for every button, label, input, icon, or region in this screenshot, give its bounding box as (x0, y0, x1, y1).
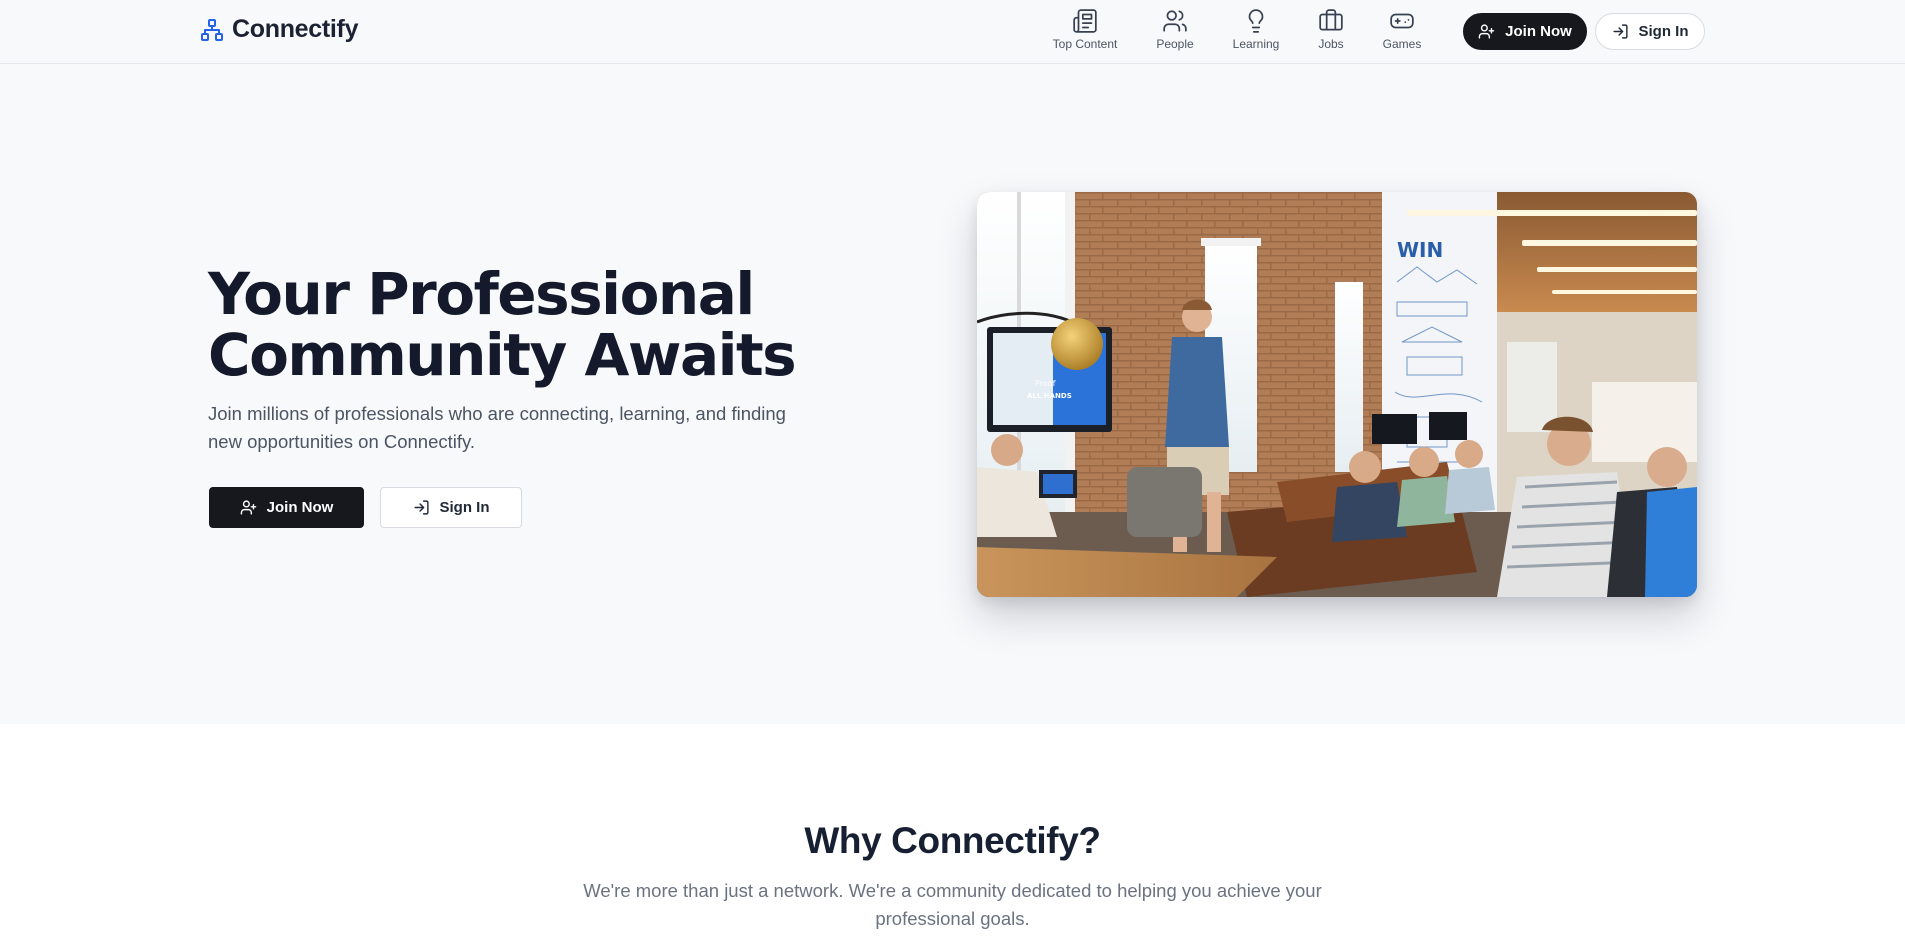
user-plus-icon (1478, 24, 1495, 39)
join-now-label: Join Now (1505, 23, 1572, 40)
join-now-button[interactable]: Join Now (1463, 13, 1587, 50)
log-in-icon (1612, 24, 1628, 39)
network-icon (201, 18, 223, 41)
hero-subtitle: Join millions of professionals who are c… (208, 403, 786, 452)
nav-item-jobs[interactable]: Jobs (1292, 8, 1370, 56)
user-plus-icon (240, 500, 256, 515)
hero-title-line-1: Your Professional (208, 260, 755, 328)
nav-label: People (1156, 37, 1194, 51)
nav-label: Games (1382, 37, 1422, 51)
nav-label: Learning (1232, 37, 1280, 51)
nav-item-games[interactable]: Games (1370, 8, 1434, 56)
lightbulb-icon (1248, 9, 1264, 33)
brand-name: Connectify (232, 15, 359, 43)
nav-item-top-content[interactable]: Top Content (1040, 8, 1130, 56)
wall-text: WIN (1397, 238, 1443, 262)
sign-in-label: Sign In (439, 499, 490, 516)
hero-join-now-button[interactable]: Join Now (209, 487, 364, 528)
main-nav: Top Content People Learning Jobs Games (1040, 8, 1434, 56)
nav-label: Top Content (1052, 37, 1118, 51)
hero-title: Your Professional Community Awaits (208, 264, 908, 386)
why-subtitle: We're more than just a network. We're a … (583, 880, 1322, 929)
newspaper-icon (1073, 9, 1097, 33)
why-title: Why Connectify? (804, 820, 1101, 861)
hero-title-line-2: Community Awaits (208, 321, 797, 389)
nav-label: Jobs (1318, 37, 1344, 51)
why-section: Why Connectify? We're more than just a n… (0, 724, 1905, 942)
sign-in-label: Sign In (1638, 23, 1689, 40)
sign-in-button[interactable]: Sign In (1595, 13, 1705, 50)
office-meeting-illustration: WIN Proof ALL HANDS (977, 192, 1697, 597)
nav-item-learning[interactable]: Learning (1220, 8, 1292, 56)
hero-section: Your Professional Community Awaits Join … (0, 64, 1905, 724)
hero-sign-in-button[interactable]: Sign In (380, 487, 522, 528)
users-icon (1163, 10, 1187, 32)
brand-logo[interactable]: Connectify (200, 15, 358, 44)
briefcase-icon (1319, 9, 1343, 31)
hero-image: WIN Proof ALL HANDS (977, 192, 1697, 597)
gamepad-icon (1390, 13, 1414, 29)
top-navbar: Connectify Top Content People Learning J… (0, 0, 1905, 64)
log-in-icon (413, 500, 429, 515)
screen-text: Proof (1035, 379, 1056, 388)
nav-item-people[interactable]: People (1130, 8, 1220, 56)
join-now-label: Join Now (266, 499, 334, 516)
screen-text: ALL HANDS (1027, 392, 1072, 400)
